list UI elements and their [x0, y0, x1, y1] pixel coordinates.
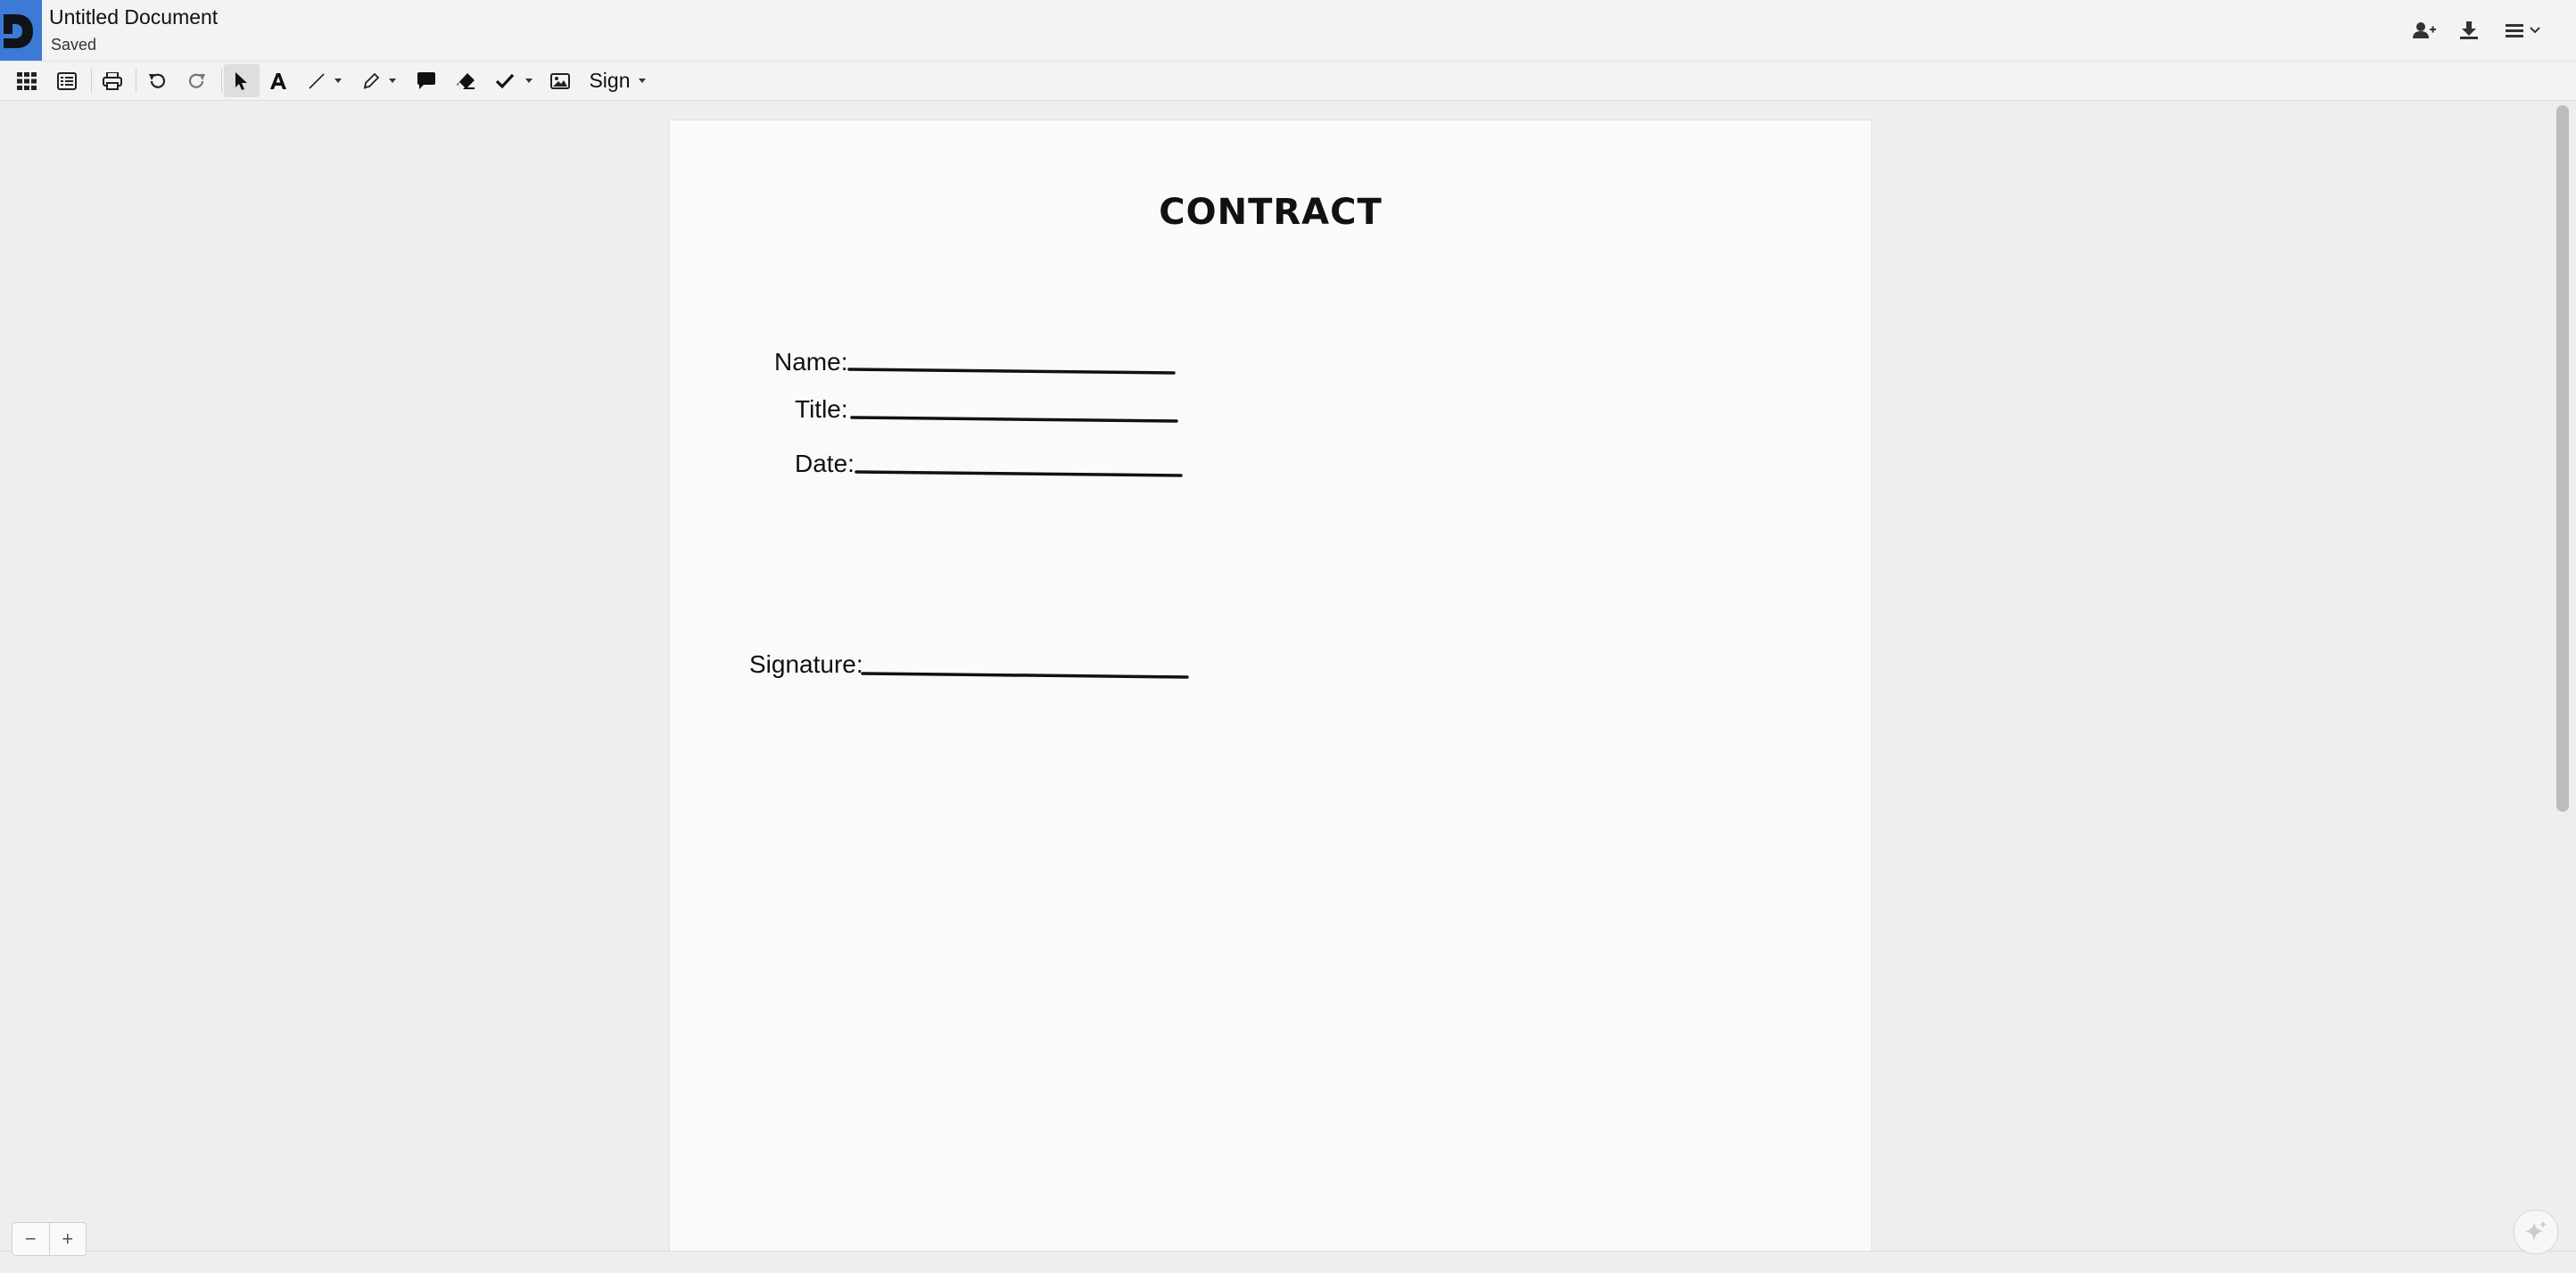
grid-view-icon [17, 71, 37, 90]
checkmark-icon [495, 73, 515, 88]
undo-icon [149, 73, 166, 88]
hamburger-menu-icon [2506, 24, 2540, 37]
print-icon [103, 71, 122, 90]
image-tool-button[interactable] [542, 64, 578, 97]
download-icon [2460, 21, 2478, 39]
pen-icon [363, 72, 380, 89]
scrollbar-thumb[interactable] [2556, 105, 2569, 812]
grid-view-button[interactable] [9, 64, 45, 97]
redo-button[interactable] [179, 64, 215, 97]
eraser-tool-button[interactable] [448, 64, 483, 97]
title-signature-line[interactable] [850, 413, 1180, 426]
download-button[interactable] [2451, 12, 2487, 48]
logo-icon [4, 14, 33, 48]
chevron-down-icon [525, 79, 533, 83]
share-button[interactable] [2407, 12, 2442, 48]
zoom-controls: − + [12, 1222, 87, 1256]
chevron-down-icon [334, 79, 342, 83]
zoom-out-button[interactable]: − [12, 1223, 49, 1255]
status-bar [0, 1251, 2576, 1273]
date-signature-line[interactable] [855, 467, 1185, 480]
signature-label: Signature: [749, 650, 863, 678]
checkmark-tool-button[interactable] [488, 64, 540, 97]
main-menu-button[interactable] [2499, 12, 2549, 48]
sign-dropdown-button[interactable]: Sign [585, 64, 649, 97]
eraser-icon [457, 72, 475, 89]
print-button[interactable] [95, 64, 130, 97]
text-icon [270, 72, 286, 89]
sparkle-icon [2524, 1220, 2547, 1241]
title-label: Title: [795, 395, 848, 423]
chevron-down-icon [389, 79, 396, 83]
comment-icon [417, 71, 435, 89]
document-page[interactable]: CONTRACT Name: Title: Date: Signature: [669, 120, 1872, 1254]
comment-tool-button[interactable] [409, 64, 444, 97]
date-label: Date: [795, 450, 855, 477]
list-view-button[interactable] [49, 64, 85, 97]
chevron-down-icon [638, 79, 646, 83]
redo-icon [188, 73, 205, 88]
pointer-icon [235, 71, 247, 90]
toolbar-separator [221, 69, 222, 93]
signature-line[interactable] [861, 669, 1191, 682]
ai-assistant-button[interactable] [2514, 1210, 2558, 1254]
pen-tool-button[interactable] [355, 64, 403, 97]
name-label: Name: [774, 348, 848, 376]
text-tool-button[interactable] [260, 64, 296, 97]
person-add-icon [2413, 22, 2436, 38]
list-view-icon [57, 71, 77, 90]
image-icon [550, 72, 570, 89]
toolbar: Sign [0, 62, 2576, 101]
document-title[interactable]: Untitled Document [49, 5, 218, 29]
toolbar-separator [91, 69, 92, 93]
sign-label: Sign [589, 69, 631, 92]
line-icon [309, 72, 325, 89]
title-bar: Untitled Document Saved [0, 0, 2576, 62]
name-signature-line[interactable] [847, 365, 1177, 377]
undo-button[interactable] [139, 64, 175, 97]
line-tool-button[interactable] [301, 64, 349, 97]
zoom-in-button[interactable]: + [48, 1223, 87, 1255]
document-heading: CONTRACT [1159, 192, 1383, 233]
select-tool-button[interactable] [224, 64, 260, 97]
save-status: Saved [51, 36, 97, 54]
app-logo[interactable] [0, 0, 42, 61]
